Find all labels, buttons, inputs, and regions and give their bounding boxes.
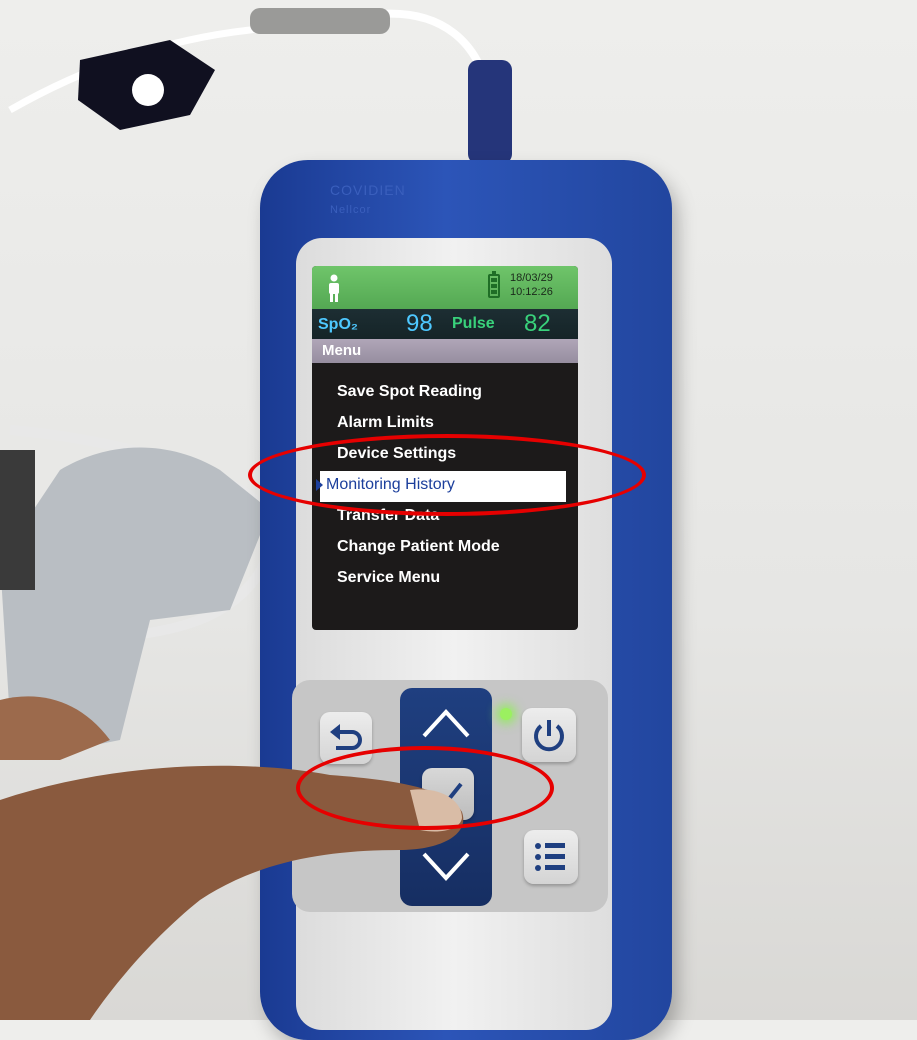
highlight-ellipse-select-button (296, 746, 554, 830)
highlight-ellipse-monitoring-history (248, 434, 646, 516)
